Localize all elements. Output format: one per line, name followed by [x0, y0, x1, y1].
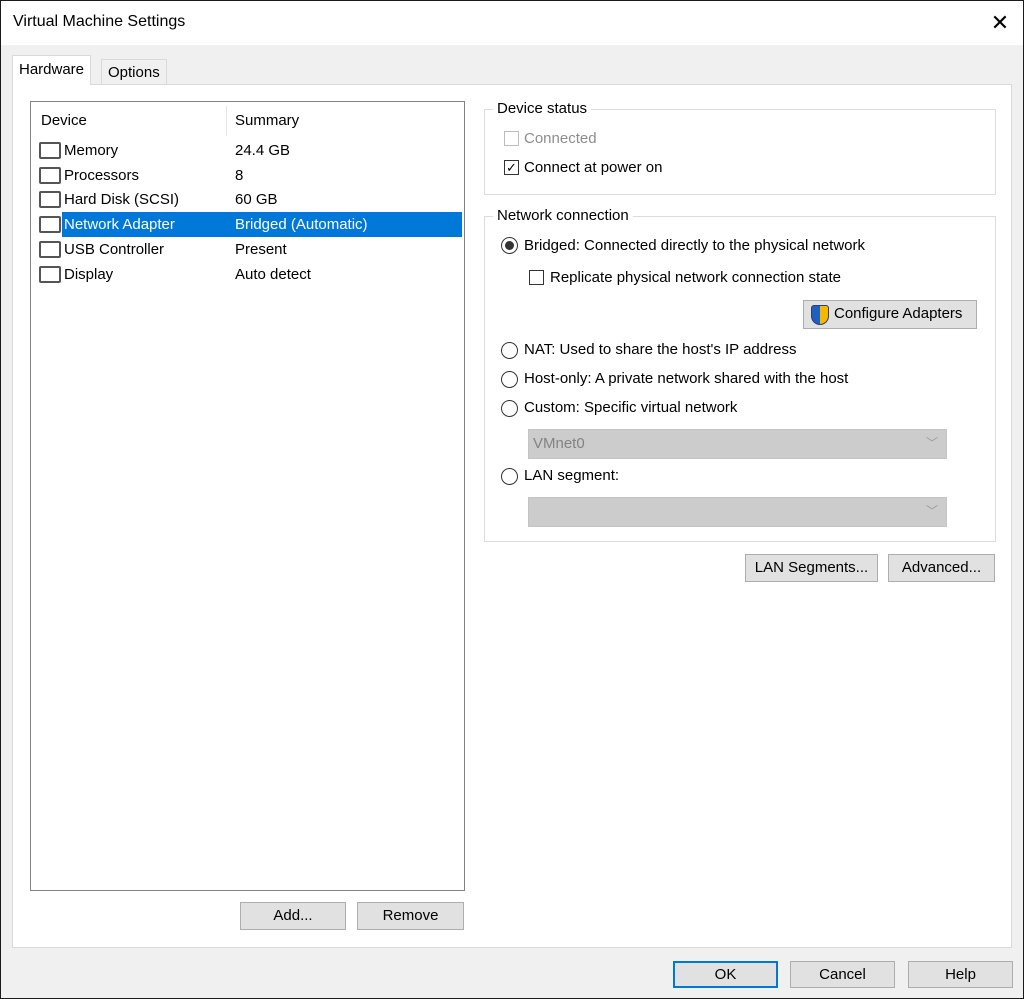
device-name: Hard Disk (SCSI) — [64, 187, 179, 212]
custom-label: Custom: Specific virtual network — [524, 399, 737, 416]
remove-button[interactable]: Remove — [357, 902, 464, 930]
device-summary: 8 — [235, 163, 243, 188]
custom-radio[interactable] — [501, 400, 518, 417]
close-icon[interactable]: ✕ — [977, 1, 1023, 45]
column-divider[interactable] — [226, 106, 227, 136]
nat-radio[interactable] — [501, 342, 518, 359]
chevron-down-icon: ﹀ — [926, 498, 938, 525]
device-list[interactable]: Device Summary Memory 24.4 GB Processors… — [30, 101, 465, 891]
column-header-device[interactable]: Device — [41, 112, 87, 129]
window-title: Virtual Machine Settings — [13, 13, 185, 31]
title-bar: Virtual Machine Settings ✕ — [1, 1, 1023, 45]
bridged-label: Bridged: Connected directly to the physi… — [524, 237, 865, 254]
device-summary: 24.4 GB — [235, 138, 290, 163]
uac-shield-icon — [811, 305, 829, 325]
device-status-title: Device status — [493, 100, 591, 117]
connected-checkbox[interactable] — [504, 131, 519, 146]
network-adapter-icon — [39, 216, 61, 233]
lan-segment-label: LAN segment: — [524, 467, 619, 484]
device-summary: Present — [235, 237, 287, 262]
tab-options[interactable]: Options — [101, 59, 167, 84]
device-row[interactable]: Display Auto detect — [37, 262, 462, 287]
device-row[interactable]: Network Adapter Bridged (Automatic) — [62, 212, 462, 237]
connected-label: Connected — [524, 130, 597, 147]
tab-label: Options — [108, 64, 160, 81]
device-name: Network Adapter — [62, 212, 177, 237]
vm-settings-dialog: Virtual Machine Settings ✕ Hardware Opti… — [0, 0, 1024, 999]
add-button[interactable]: Add... — [240, 902, 346, 930]
cancel-button[interactable]: Cancel — [790, 961, 895, 988]
device-status-group: Device status — [484, 109, 996, 195]
column-header-summary[interactable]: Summary — [235, 112, 299, 129]
nat-label: NAT: Used to share the host's IP address — [524, 341, 796, 358]
chevron-down-icon: ﹀ — [926, 430, 938, 457]
tab-hardware[interactable]: Hardware — [12, 55, 91, 85]
device-name: Memory — [64, 138, 118, 163]
configure-adapters-button[interactable]: Configure Adapters — [803, 300, 977, 329]
host-only-radio[interactable] — [501, 371, 518, 388]
custom-network-value: VMnet0 — [533, 435, 585, 452]
lan-segment-select[interactable]: ﹀ — [528, 497, 947, 527]
ok-button[interactable]: OK — [673, 961, 778, 988]
device-name: Display — [64, 262, 113, 287]
usb-icon — [39, 241, 61, 258]
lan-segment-radio[interactable] — [501, 468, 518, 485]
network-connection-title: Network connection — [493, 207, 633, 224]
lan-segments-button[interactable]: LAN Segments... — [745, 554, 878, 582]
device-name: USB Controller — [64, 237, 164, 262]
replicate-label: Replicate physical network connection st… — [550, 269, 841, 286]
device-row[interactable]: Hard Disk (SCSI) 60 GB — [37, 187, 462, 212]
replicate-checkbox[interactable] — [529, 270, 544, 285]
hard-disk-icon — [39, 191, 61, 208]
memory-icon — [39, 142, 61, 159]
configure-adapters-label: Configure Adapters — [834, 305, 962, 322]
connect-power-on-checkbox[interactable]: ✓ — [504, 160, 519, 175]
device-summary: 60 GB — [235, 187, 278, 212]
advanced-button[interactable]: Advanced... — [888, 554, 995, 582]
host-only-label: Host-only: A private network shared with… — [524, 370, 848, 387]
processor-icon — [39, 167, 61, 184]
device-summary: Auto detect — [235, 262, 311, 287]
help-button[interactable]: Help — [908, 961, 1013, 988]
device-row[interactable]: Processors 8 — [37, 163, 462, 188]
custom-network-select[interactable]: VMnet0 ﹀ — [528, 429, 947, 459]
device-row[interactable]: Memory 24.4 GB — [37, 138, 462, 163]
device-summary: Bridged (Automatic) — [233, 212, 370, 237]
bridged-radio[interactable] — [501, 237, 518, 254]
display-icon — [39, 266, 61, 283]
connect-power-on-label: Connect at power on — [524, 159, 662, 176]
device-row[interactable]: USB Controller Present — [37, 237, 462, 262]
tab-label: Hardware — [19, 61, 84, 78]
device-name: Processors — [64, 163, 139, 188]
